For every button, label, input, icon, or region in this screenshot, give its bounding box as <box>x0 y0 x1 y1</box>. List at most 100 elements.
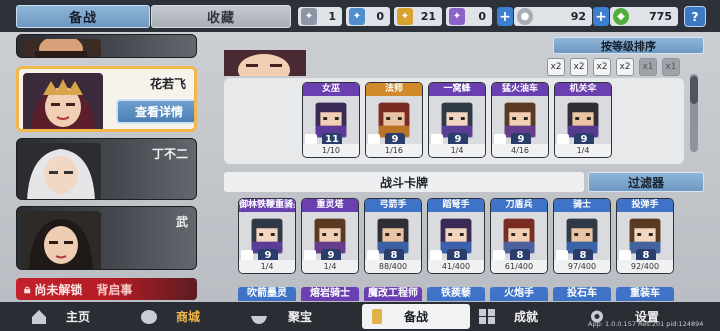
unit-name: 重灵塔 <box>302 199 358 212</box>
unit-count: 88/400 <box>365 260 421 273</box>
unit-card[interactable]: 投弹手 8 92/400 <box>616 198 674 274</box>
unit-card-partial[interactable]: 投石车 <box>553 287 611 301</box>
house-icon <box>32 310 46 324</box>
unit-card[interactable]: 骑士 8 97/400 <box>553 198 611 274</box>
hero-card[interactable]: 丁不二 <box>16 138 197 200</box>
unit-name: 投弹手 <box>617 199 673 212</box>
tab-prepare[interactable]: 备战 <box>16 5 150 28</box>
nav-label: 商城 <box>175 310 200 324</box>
add-gem-button[interactable]: + <box>593 7 609 26</box>
unit-name: 骑士 <box>554 199 610 212</box>
resource-gold-scroll: ✦ 21 <box>394 7 442 26</box>
deck-filter-icon[interactable]: x2 <box>570 58 588 76</box>
locked-suffix: 背启事 <box>96 282 133 297</box>
hero-name: 丁不二 <box>151 147 188 161</box>
view-details-button[interactable]: 查看详情 <box>116 99 194 124</box>
lock-icon: 🔒︎ <box>24 281 31 296</box>
gold-scroll-icon: ✦ <box>397 8 413 25</box>
unit-card-partial[interactable]: 火炮手 <box>490 287 548 301</box>
grid-icon <box>479 309 495 324</box>
resource-value: 1 <box>328 10 336 23</box>
hero-name: 花若飞 <box>149 77 186 91</box>
nav-shop[interactable]: 商城 <box>134 304 242 329</box>
nav-label: 主页 <box>65 310 90 324</box>
unit-name: 蹈弩手 <box>428 199 484 212</box>
unit-name: 御林铁鞭重骑兵 <box>239 199 295 212</box>
resource-blue-scroll: ✦ 1 <box>298 7 342 26</box>
deck-filter-icon[interactable]: x2 <box>547 58 565 76</box>
nav-home[interactable]: 主页 <box>24 304 132 329</box>
hero-card-selected[interactable]: 花若飞 查看详情 <box>16 66 197 132</box>
resource-value: 92 <box>570 10 586 23</box>
silver-coin-icon: ● <box>517 8 533 25</box>
unit-card[interactable]: 一窝蜂 9 1/4 <box>428 82 486 158</box>
help-button[interactable]: ? <box>684 6 706 27</box>
resource-value: 775 <box>649 10 672 23</box>
deck-filter-icon[interactable]: x1 <box>662 58 680 76</box>
unit-card-partial[interactable]: 熔岩骑士 <box>301 287 359 301</box>
unit-name: 法师 <box>366 83 422 96</box>
unit-card[interactable]: 机关伞 9 1/4 <box>554 82 612 158</box>
section-title: 战斗卡牌 <box>224 172 584 192</box>
hero-banner-art <box>224 50 306 76</box>
unit-count: 97/400 <box>554 260 610 273</box>
nav-prepare[interactable]: 备战 <box>362 304 470 329</box>
locked-banner: 🔒︎ 尚未解锁 背启事 <box>16 278 197 300</box>
hero-card[interactable]: 武 <box>16 206 197 270</box>
deck-filter-icon[interactable]: x1 <box>639 58 657 76</box>
nav-label: 成就 <box>513 310 538 324</box>
coin-stack-icon <box>141 310 157 324</box>
hero-portrait-huaruofei <box>23 73 103 129</box>
unit-card-partial[interactable]: 重装车 <box>616 287 674 301</box>
resource-cyan-scroll: ✦ 0 <box>346 7 390 26</box>
unit-card[interactable]: 蹈弩手 8 41/400 <box>427 198 485 274</box>
unit-name: 弓箭手 <box>365 199 421 212</box>
resource-green-gem: ◆ 775 <box>610 7 678 26</box>
resource-value: 21 <box>420 10 436 23</box>
resource-silver-coin: ● 92 <box>514 7 592 26</box>
unit-card[interactable]: 重灵塔 9 1/4 <box>301 198 359 274</box>
unit-card[interactable]: 猛火油车 9 4/16 <box>491 82 549 158</box>
hero-card-partial[interactable] <box>16 34 197 58</box>
filter-count: x2 <box>596 62 608 72</box>
filter-button[interactable]: 过滤器 <box>588 172 704 192</box>
unit-count: 4/16 <box>492 144 548 157</box>
deck-filter-icon[interactable]: x2 <box>616 58 634 76</box>
unit-count: 61/400 <box>491 260 547 273</box>
hero-name: 武 <box>175 215 188 229</box>
version-text: App: 1.0.0.157 Res:201 pid:124894 <box>588 320 704 328</box>
tab-collection[interactable]: 收藏 <box>151 5 291 28</box>
deck-filter-icon[interactable]: x2 <box>593 58 611 76</box>
unit-name: 机关伞 <box>555 83 611 96</box>
unit-count: 1/10 <box>303 144 359 157</box>
unit-card-partial[interactable]: 铁蒺藜 <box>427 287 485 301</box>
unit-count: 1/4 <box>555 144 611 157</box>
unit-card-partial[interactable]: 吹箭墨灵 <box>238 287 296 301</box>
resource-value: 0 <box>376 10 384 23</box>
blue-scroll-icon: ✦ <box>301 8 317 25</box>
unit-count: 1/16 <box>366 144 422 157</box>
filter-count: x1 <box>642 62 654 72</box>
sort-by-level-button[interactable]: 按等级排序 <box>553 37 704 54</box>
unit-count: 1/4 <box>239 260 295 273</box>
deck-scroll-thumb[interactable] <box>690 76 698 104</box>
unit-count: 1/4 <box>429 144 485 157</box>
unit-card-partial[interactable]: 魔改工程师 <box>364 287 422 301</box>
unit-card[interactable]: 法师 9 1/16 <box>365 82 423 158</box>
green-gem-icon: ◆ <box>613 8 629 25</box>
unit-name: 刀盾兵 <box>491 199 547 212</box>
filter-count: x2 <box>619 62 631 72</box>
unit-card[interactable]: 刀盾兵 8 61/400 <box>490 198 548 274</box>
filter-count: x2 <box>573 62 585 72</box>
unit-card[interactable]: 御林铁鞭重骑兵91/4 <box>238 198 296 274</box>
unit-count: 41/400 <box>428 260 484 273</box>
unit-count: 1/4 <box>302 260 358 273</box>
nav-label: 聚宝 <box>287 310 312 324</box>
unit-card[interactable]: 弓箭手 8 88/400 <box>364 198 422 274</box>
nav-label: 备战 <box>403 310 428 324</box>
add-coin-button[interactable]: + <box>497 7 513 26</box>
hero-portrait-dingbuer <box>21 143 101 199</box>
unit-card[interactable]: 女巫 11 1/10 <box>302 82 360 158</box>
nav-achievements[interactable]: 成就 <box>472 304 580 329</box>
nav-treasure[interactable]: 聚宝 <box>244 304 356 329</box>
